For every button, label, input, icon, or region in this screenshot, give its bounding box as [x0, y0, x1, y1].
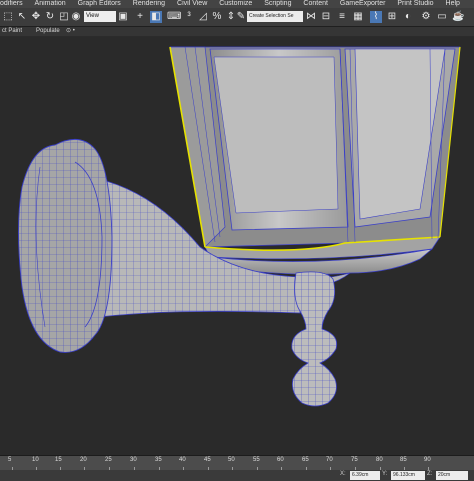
scale-icon[interactable]: ◰	[58, 11, 70, 23]
material-editor-icon[interactable]: ◐	[402, 11, 414, 23]
lamp-wireframe-render	[18, 46, 461, 407]
snap-3d-icon[interactable]: ³	[183, 11, 195, 23]
toggle-ribbon-icon[interactable]: ▦	[352, 11, 364, 23]
rotate-icon[interactable]: ↻	[44, 11, 56, 23]
select-icon[interactable]: ↖	[16, 11, 28, 23]
timeline-tick: 10	[32, 457, 39, 463]
timeline-tick: 15	[55, 457, 62, 463]
populate-tab[interactable]: Populate	[36, 27, 60, 36]
menu-print-studio[interactable]: Print Studio	[397, 0, 433, 8]
menu-modifiers[interactable]: odifiers	[0, 0, 23, 8]
timeline-tick: 30	[130, 457, 137, 463]
percent-snap-icon[interactable]: %	[211, 11, 223, 23]
pivot-icon[interactable]: ▣	[117, 11, 129, 23]
select-region-icon[interactable]: ⬚	[2, 11, 14, 23]
menu-help[interactable]: Help	[446, 0, 460, 8]
timeline-tick: 85	[400, 457, 407, 463]
timeline-tick: 40	[179, 457, 186, 463]
menu-customize[interactable]: Customize	[219, 0, 252, 8]
ribbon-options-dropdown[interactable]: ⊙ •	[66, 27, 75, 36]
x-coord-field[interactable]: 6.39cm	[350, 471, 380, 480]
timeline-tick: 60	[277, 457, 284, 463]
timeline-tick: 5	[8, 457, 12, 463]
reference-coordinate-select[interactable]: View	[84, 11, 116, 22]
timeline-tick: 45	[204, 457, 211, 463]
angle-snap-icon[interactable]: ◿	[197, 11, 209, 23]
y-coord-label: Y:	[382, 471, 388, 477]
time-slider-track[interactable]: 5 10 15 20 25 30 35 40 45 50 55 60 65 70…	[0, 455, 474, 471]
link-icon[interactable]: +	[134, 11, 146, 23]
timeline-tick: 20	[80, 457, 87, 463]
ribbon-strip: ct Paint Populate ⊙ •	[0, 27, 474, 36]
z-coord-field[interactable]: 20cm	[436, 471, 468, 480]
menu-animation[interactable]: Animation	[35, 0, 66, 8]
layer-explorer-icon[interactable]: ≡	[336, 11, 348, 23]
finial	[291, 271, 338, 407]
menu-scripting[interactable]: Scripting	[264, 0, 291, 8]
edit-named-selection-icon[interactable]: ✎	[235, 11, 247, 23]
timeline-tick: 70	[326, 457, 333, 463]
main-toolbar: ⬚ ↖ ✥ ↻ ◰ ◉ View ▣ + ◧ ⌨ ³ ◿ % ⇕ ✎ Creat…	[0, 8, 474, 27]
object-paint-tab[interactable]: ct Paint	[2, 27, 22, 36]
menu-graph-editors[interactable]: Graph Editors	[78, 0, 121, 8]
select-manipulate-icon[interactable]: ◧	[150, 11, 162, 23]
viewport-perspective[interactable]	[0, 37, 474, 455]
timeline-tick: 75	[351, 457, 358, 463]
curve-editor-icon[interactable]: ⌇	[370, 11, 382, 23]
render-setup-icon[interactable]: ⚙	[420, 11, 432, 23]
timeline-tick: 80	[376, 457, 383, 463]
rendered-frame-window-icon[interactable]: ▭	[436, 11, 448, 23]
x-coord-label: X:	[340, 471, 346, 477]
mirror-icon[interactable]: ⋈	[305, 11, 317, 23]
timeline-tick: 90	[424, 457, 431, 463]
status-bar: X: 6.39cm Y: 96.133cm Z: 20cm	[0, 470, 474, 481]
move-icon[interactable]: ✥	[30, 11, 42, 23]
menu-rendering[interactable]: Rendering	[133, 0, 165, 8]
keyboard-shortcut-icon[interactable]: ⌨	[167, 11, 181, 23]
wall-plate	[18, 139, 113, 353]
schematic-view-icon[interactable]: ⊞	[386, 11, 398, 23]
menu-bar: odifiers Animation Graph Editors Renderi…	[0, 0, 474, 8]
align-icon[interactable]: ⊟	[320, 11, 332, 23]
timeline-tick: 50	[228, 457, 235, 463]
timeline-tick: 65	[302, 457, 309, 463]
timeline-tick: 55	[253, 457, 260, 463]
named-selection-set-field[interactable]: Create Selection Se	[247, 11, 303, 22]
place-icon[interactable]: ◉	[70, 11, 82, 23]
menu-content[interactable]: Content	[303, 0, 328, 8]
render-production-icon[interactable]: ☕	[452, 11, 464, 23]
y-coord-field[interactable]: 96.133cm	[391, 471, 425, 480]
timeline-tick: 25	[105, 457, 112, 463]
timeline-tick: 35	[155, 457, 162, 463]
menu-civil-view[interactable]: Civil View	[177, 0, 207, 8]
lantern-housing	[169, 46, 461, 260]
z-coord-label: Z:	[427, 471, 433, 477]
menu-gameexporter[interactable]: GameExporter	[340, 0, 386, 8]
